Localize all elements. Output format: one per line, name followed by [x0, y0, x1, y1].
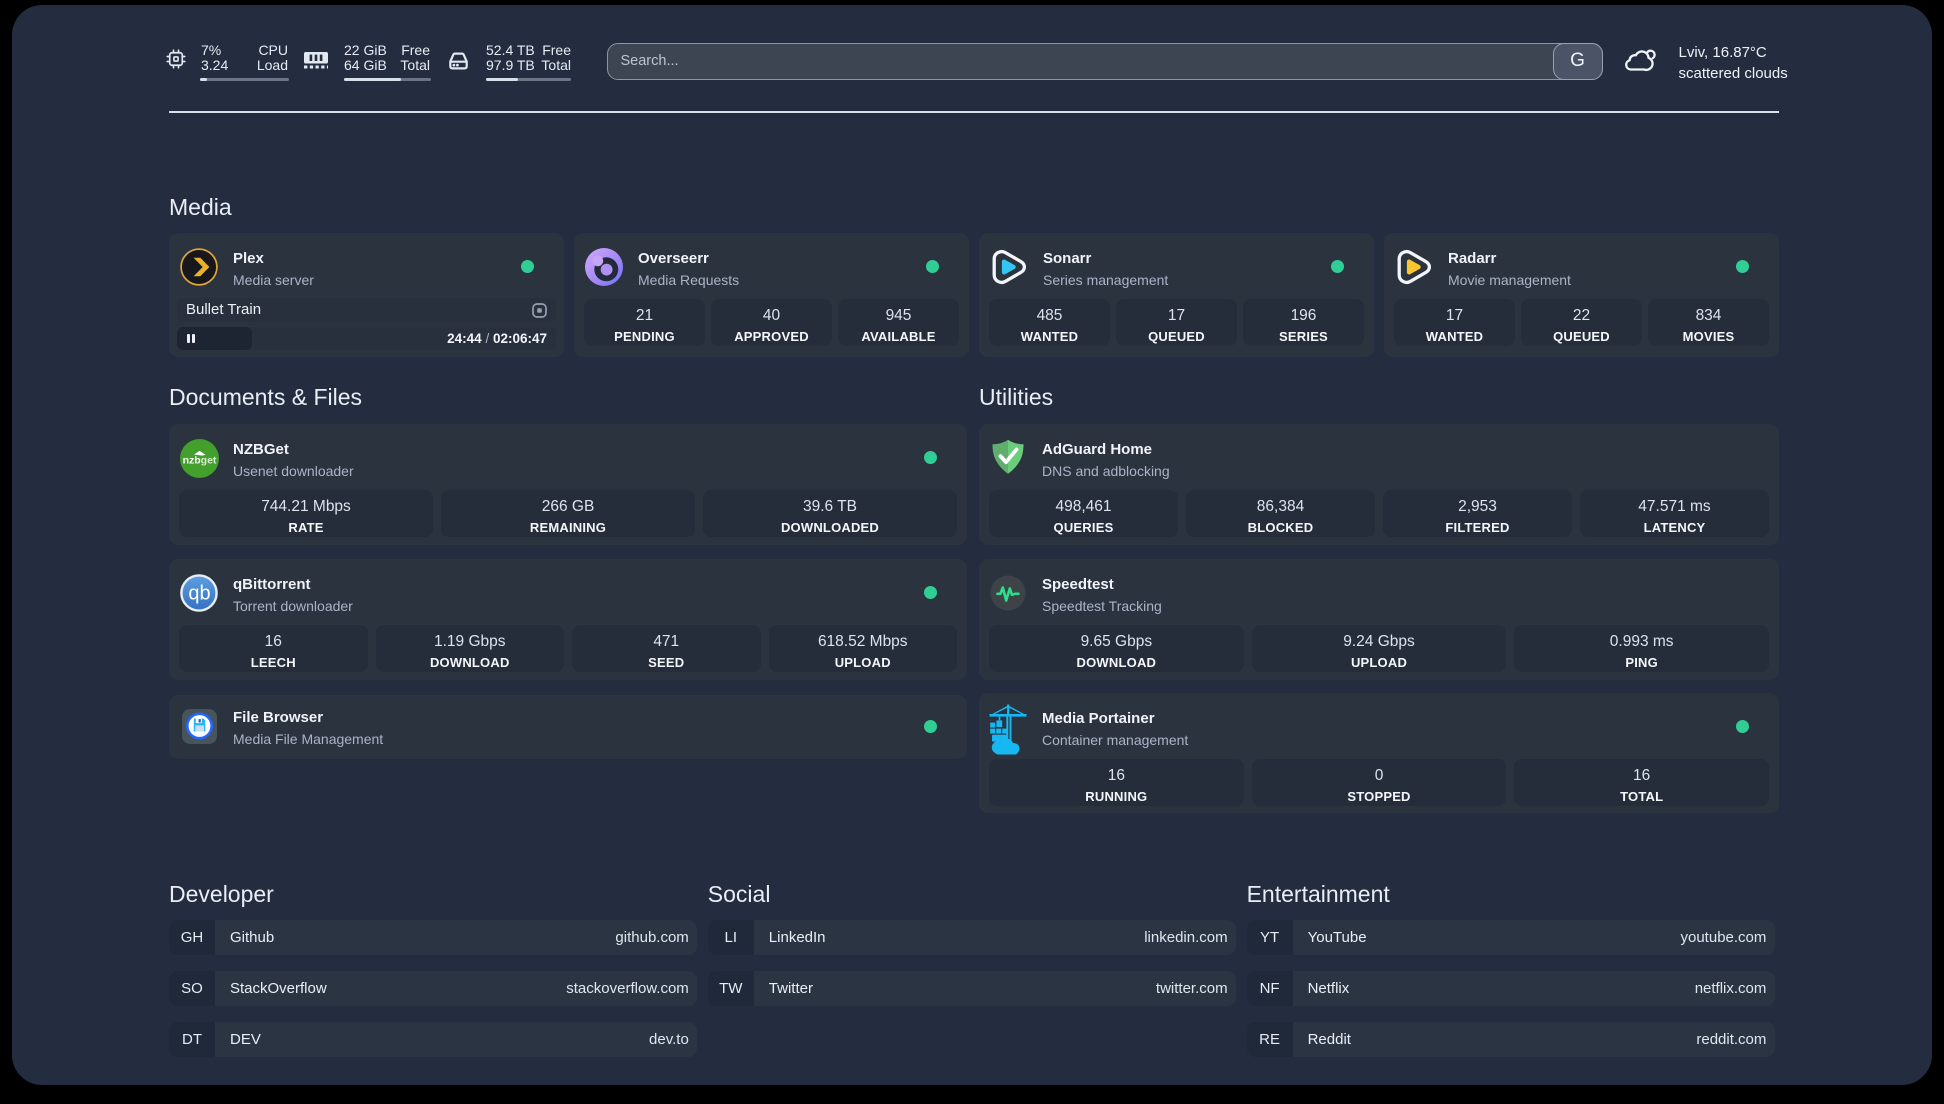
svg-text:nzbget: nzbget [183, 454, 217, 466]
svg-text:qb: qb [188, 583, 210, 605]
